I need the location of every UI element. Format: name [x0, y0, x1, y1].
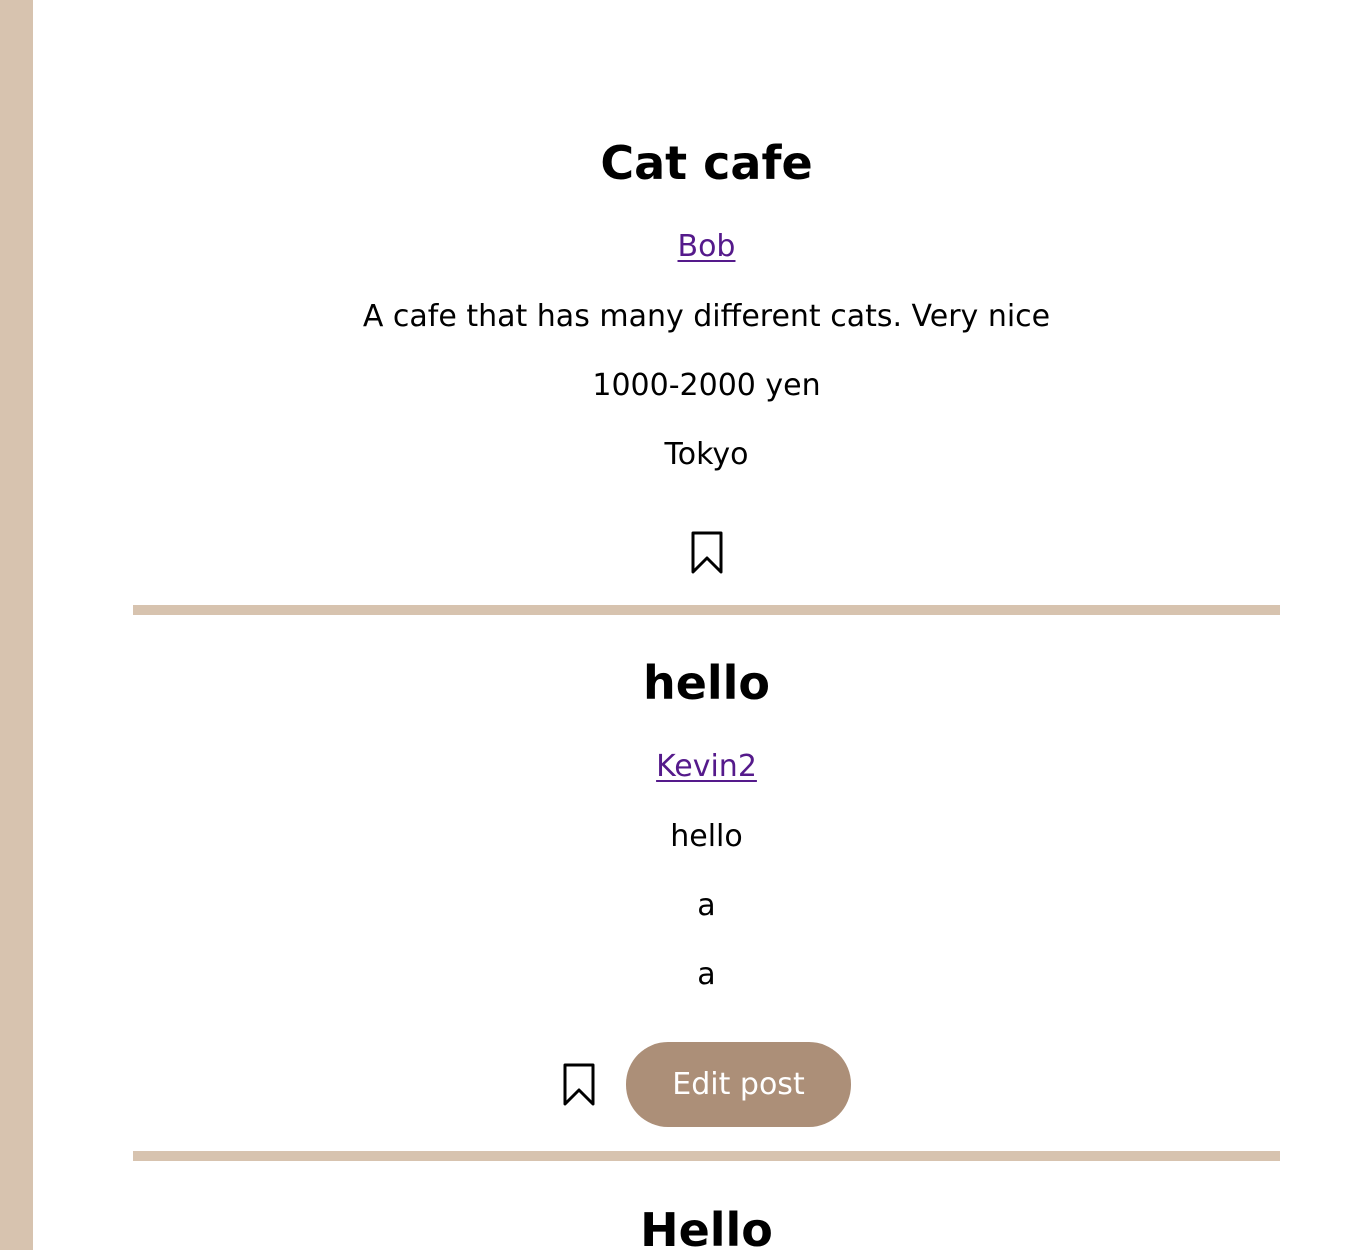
side-strip: [0, 0, 33, 1250]
post-location: a: [697, 957, 716, 992]
post-actions: [133, 530, 1280, 576]
post-location: Tokyo: [664, 437, 749, 472]
post-card: hello Kevin2 hello a a Edit post: [133, 615, 1280, 1151]
post-price: a: [697, 888, 716, 923]
bookmark-icon[interactable]: [690, 530, 724, 576]
post-card: Hello: [133, 1161, 1280, 1250]
post-title: hello: [642, 656, 771, 710]
author-link[interactable]: Kevin2: [656, 749, 757, 784]
post-price: 1000-2000 yen: [592, 368, 821, 403]
post-divider: [133, 1151, 1280, 1161]
post-divider: [133, 605, 1280, 615]
author-link[interactable]: Bob: [678, 229, 736, 264]
post-author: Kevin2: [133, 752, 1280, 782]
edit-post-button[interactable]: Edit post: [626, 1042, 851, 1127]
post-card: Cat cafe Bob A cafe that has many differ…: [133, 0, 1280, 605]
post-actions: Edit post: [133, 1042, 1280, 1127]
post-description: hello: [670, 819, 743, 854]
post-description: A cafe that has many different cats. Ver…: [362, 299, 1051, 334]
post-title: Cat cafe: [600, 136, 813, 190]
post-title: Hello: [640, 1203, 773, 1250]
post-author: Bob: [133, 232, 1280, 262]
bookmark-icon[interactable]: [562, 1062, 596, 1108]
